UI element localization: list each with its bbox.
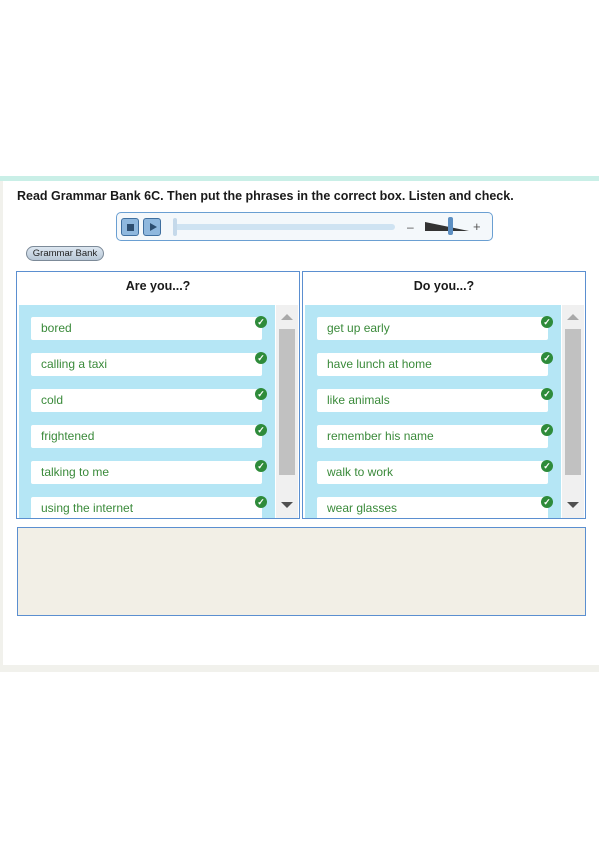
- item-label: walk to work: [327, 465, 394, 479]
- checkmark-icon: ✓: [541, 352, 553, 364]
- checkmark-icon: ✓: [255, 424, 267, 436]
- scroll-up-icon[interactable]: [281, 314, 293, 320]
- bottom-band: [0, 665, 599, 672]
- volume-handle[interactable]: [448, 217, 453, 235]
- scroll-thumb[interactable]: [565, 329, 581, 475]
- item-label: like animals: [327, 393, 390, 407]
- checkmark-icon: ✓: [255, 388, 267, 400]
- list-item[interactable]: wear glasses: [317, 497, 548, 518]
- scroll-thumb[interactable]: [279, 329, 295, 475]
- item-label: calling a taxi: [41, 357, 108, 371]
- do-you-list: get up early ✓ have lunch at home ✓ like…: [305, 305, 561, 518]
- checkmark-icon: ✓: [541, 496, 553, 508]
- checkmark-icon: ✓: [255, 352, 267, 364]
- checkmark-icon: ✓: [255, 496, 267, 508]
- list-item[interactable]: walk to work: [317, 461, 548, 484]
- audio-player: – +: [116, 212, 493, 241]
- list-item[interactable]: calling a taxi: [31, 353, 262, 376]
- stop-icon: [127, 224, 134, 231]
- item-label: bored: [41, 321, 72, 335]
- seek-bar[interactable]: [173, 224, 395, 230]
- item-label: remember his name: [327, 429, 434, 443]
- list-item[interactable]: using the internet: [31, 497, 262, 518]
- checkmark-icon: ✓: [541, 388, 553, 400]
- list-item[interactable]: remember his name: [317, 425, 548, 448]
- stop-button[interactable]: [121, 218, 139, 236]
- scroll-up-icon[interactable]: [567, 314, 579, 320]
- grammar-bank-button[interactable]: Grammar Bank: [26, 246, 104, 261]
- list-item[interactable]: bored: [31, 317, 262, 340]
- phrase-drop-area[interactable]: [17, 527, 586, 616]
- list-item[interactable]: like animals: [317, 389, 548, 412]
- checkmark-icon: ✓: [541, 316, 553, 328]
- list-item[interactable]: get up early: [317, 317, 548, 340]
- list-item[interactable]: frightened: [31, 425, 262, 448]
- seek-handle[interactable]: [173, 218, 177, 236]
- checkmark-icon: ✓: [255, 316, 267, 328]
- do-you-title: Do you...?: [413, 279, 475, 293]
- list-item[interactable]: talking to me: [31, 461, 262, 484]
- scroll-down-icon[interactable]: [281, 502, 293, 508]
- item-label: using the internet: [41, 501, 134, 515]
- item-label: frightened: [41, 429, 95, 443]
- volume-slider[interactable]: [425, 222, 469, 231]
- list-item[interactable]: cold: [31, 389, 262, 412]
- instruction-text: Read Grammar Bank 6C. Then put the phras…: [17, 189, 514, 203]
- item-label: talking to me: [41, 465, 110, 479]
- list-item[interactable]: have lunch at home: [317, 353, 548, 376]
- scroll-down-icon[interactable]: [567, 502, 579, 508]
- do-you-scrollbar[interactable]: [562, 305, 584, 518]
- volume-minus-icon[interactable]: –: [407, 220, 414, 234]
- are-you-box: Are you...? bored ✓ calling a taxi ✓ col…: [16, 271, 300, 519]
- item-label: have lunch at home: [327, 357, 432, 371]
- item-label: cold: [41, 393, 64, 407]
- are-you-title: Are you...?: [125, 279, 191, 293]
- do-you-box: Do you...? get up early ✓ have lunch at …: [302, 271, 586, 519]
- play-icon: [150, 223, 157, 231]
- volume-plus-icon[interactable]: +: [473, 219, 481, 234]
- play-button[interactable]: [143, 218, 161, 236]
- checkmark-icon: ✓: [541, 424, 553, 436]
- item-label: wear glasses: [327, 501, 398, 515]
- are-you-list: bored ✓ calling a taxi ✓ cold ✓ frighten…: [19, 305, 275, 518]
- item-label: get up early: [327, 321, 390, 335]
- checkmark-icon: ✓: [255, 460, 267, 472]
- checkmark-icon: ✓: [541, 460, 553, 472]
- are-you-scrollbar[interactable]: [276, 305, 298, 518]
